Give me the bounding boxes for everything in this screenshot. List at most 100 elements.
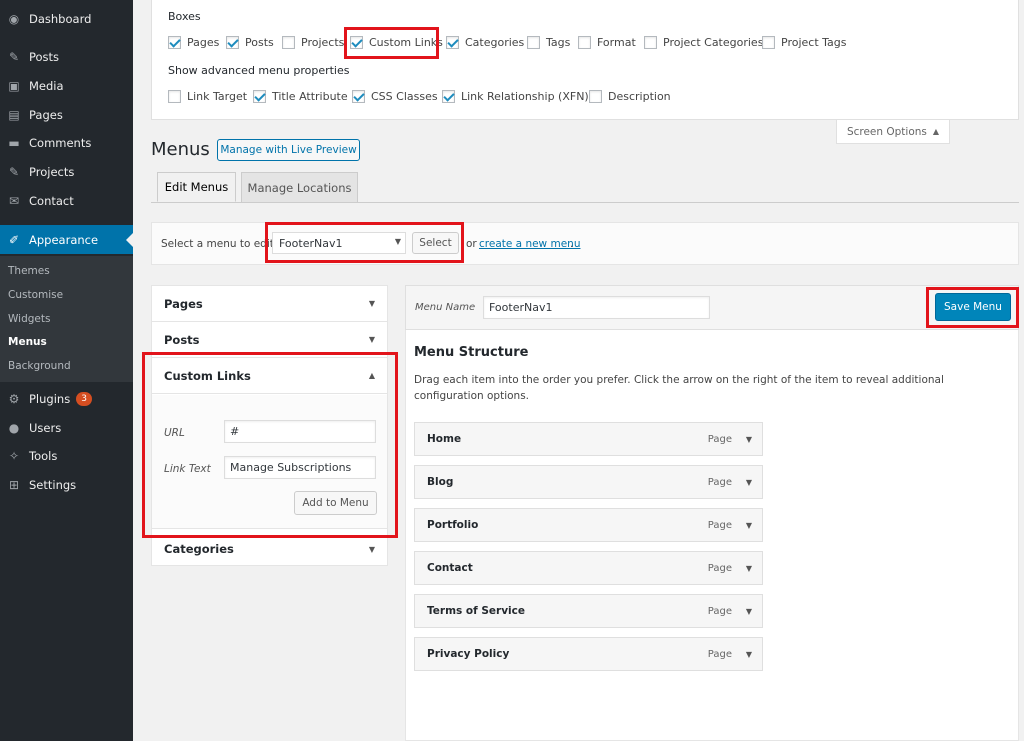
submenu-item-themes[interactable]: Themes [8, 265, 50, 277]
checkbox-box[interactable] [352, 90, 365, 103]
caret-down-icon[interactable]: ▼ [746, 564, 752, 573]
checkbox-posts[interactable]: Posts [226, 36, 274, 49]
sidebar-item-posts[interactable]: ✎ Posts [0, 43, 133, 71]
checkbox-box[interactable] [253, 90, 266, 103]
caret-down-icon[interactable]: ▼ [746, 521, 752, 530]
or-text: or [466, 238, 477, 250]
caret-down-icon[interactable]: ▼ [746, 435, 752, 444]
checkbox-box[interactable] [762, 36, 775, 49]
accordion-pages[interactable]: Pages ▼ [152, 286, 387, 322]
menu-item-type: Page [707, 562, 732, 574]
submenu-item-menus[interactable]: Menus [8, 336, 47, 348]
sidebar-item-dashboard[interactable]: ◉ Dashboard [0, 5, 133, 33]
menu-item-type: Page [707, 648, 732, 660]
accordion-title: Custom Links [164, 368, 251, 383]
checkbox-box[interactable] [578, 36, 591, 49]
menu-item[interactable]: Contact Page ▼ [414, 551, 763, 585]
link-text-input[interactable]: Manage Subscriptions [224, 456, 376, 479]
menu-item[interactable]: Privacy Policy Page ▼ [414, 637, 763, 671]
checkbox-link-target[interactable]: Link Target [168, 90, 247, 103]
tab-manage-locations[interactable]: Manage Locations [241, 172, 358, 202]
checkbox-categories[interactable]: Categories [446, 36, 524, 49]
checkbox-box[interactable] [442, 90, 455, 103]
checkbox-box[interactable] [282, 36, 295, 49]
checkbox-box[interactable] [168, 90, 181, 103]
caret-down-icon[interactable]: ▼ [746, 478, 752, 487]
create-new-menu-link[interactable]: create a new menu [479, 238, 580, 250]
checkbox-box[interactable] [226, 36, 239, 49]
menu-item[interactable]: Terms of Service Page ▼ [414, 594, 763, 628]
sidebar-item-comments[interactable]: ▬ Comments [0, 129, 133, 157]
select-button[interactable]: Select [412, 232, 459, 254]
checkbox-css-classes[interactable]: CSS Classes [352, 90, 438, 103]
sidebar-item-pages[interactable]: ▤ Pages [0, 101, 133, 129]
caret-down-icon: ▼ [368, 335, 375, 344]
checkbox-label: Link Target [187, 90, 248, 103]
sidebar-item-appearance[interactable]: ✐ Appearance [0, 225, 133, 254]
submenu-item-widgets[interactable]: Widgets [8, 313, 50, 325]
accordion-title: Categories [164, 542, 234, 556]
checkbox-box[interactable] [350, 36, 363, 49]
menu-name-input[interactable]: FooterNav1 [483, 296, 710, 319]
add-to-menu-button[interactable]: Add to Menu [294, 491, 377, 515]
checkbox-box[interactable] [589, 90, 602, 103]
menu-item[interactable]: Home Page ▼ [414, 422, 763, 456]
submenu-item-background[interactable]: Background [8, 360, 71, 372]
checkbox-box[interactable] [446, 36, 459, 49]
sidebar-item-users[interactable]: ● Users [0, 414, 133, 442]
accordion-custom-links[interactable]: Custom Links ▲ [152, 358, 387, 394]
menu-item[interactable]: Blog Page ▼ [414, 465, 763, 499]
page-title: Menus [151, 139, 210, 160]
sidebar-item-tools[interactable]: ✧ Tools [0, 442, 133, 470]
caret-down-icon[interactable]: ▼ [746, 650, 752, 659]
screen-options-toggle[interactable]: Screen Options ▲ [836, 120, 950, 144]
plugin-icon: ⚙ [8, 392, 20, 406]
menu-item-type: Page [707, 519, 732, 531]
sidebar-item-settings[interactable]: ⊞ Settings [0, 471, 133, 499]
sidebar-item-contact[interactable]: ✉ Contact [0, 187, 133, 215]
submenu-item-customise[interactable]: Customise [8, 289, 63, 301]
caret-down-icon: ▼ [368, 544, 375, 554]
checkbox-label: Categories [465, 36, 525, 49]
checkbox-label: Title Attribute [272, 90, 348, 103]
tab-edit-menus[interactable]: Edit Menus [157, 172, 236, 202]
link-text-label: Link Text [164, 463, 211, 475]
checkbox-label: Pages [187, 36, 220, 49]
checkbox-label: Projects [301, 36, 345, 49]
checkbox-tags[interactable]: Tags [527, 36, 570, 49]
checkbox-box[interactable] [527, 36, 540, 49]
sidebar-item-plugins[interactable]: ⚙ Plugins 3 [0, 385, 133, 413]
menu-item[interactable]: Portfolio Page ▼ [414, 508, 763, 542]
checkbox-description[interactable]: Description [589, 90, 671, 103]
checkbox-project-tags[interactable]: Project Tags [762, 36, 846, 49]
checkbox-box[interactable] [644, 36, 657, 49]
checkbox-title-attribute[interactable]: Title Attribute [253, 90, 348, 103]
sidebar-item-projects[interactable]: ✎ Projects [0, 158, 133, 186]
accordion-categories[interactable]: Categories ▼ [152, 531, 387, 567]
url-input[interactable]: # [224, 420, 376, 443]
checkbox-box[interactable] [168, 36, 181, 49]
checkbox-project-categories[interactable]: Project Categories [644, 36, 763, 49]
checkbox-link-relationship[interactable]: Link Relationship (XFN) [442, 90, 589, 103]
sidebar-item-media[interactable]: ▣ Media [0, 72, 133, 100]
sidebar-item-label: Appearance [29, 232, 99, 247]
checkbox-projects[interactable]: Projects [282, 36, 344, 49]
caret-down-icon[interactable]: ▼ [746, 607, 752, 616]
menu-item-title: Portfolio [427, 519, 479, 531]
accordion-posts[interactable]: Posts ▼ [152, 322, 387, 358]
menu-select-dropdown[interactable]: FooterNav1 ▼ [272, 232, 406, 254]
menu-item-title: Blog [427, 476, 454, 488]
save-menu-button[interactable]: Save Menu [935, 293, 1011, 321]
tab-divider [151, 202, 1019, 203]
boxes-label: Boxes [168, 10, 201, 23]
caret-up-icon: ▲ [368, 371, 375, 380]
checkbox-custom-links[interactable]: Custom Links [350, 36, 443, 49]
live-preview-button[interactable]: Manage with Live Preview [217, 139, 360, 161]
custom-links-body: URL # Link Text Manage Subscriptions Add… [152, 395, 387, 529]
checkbox-pages[interactable]: Pages [168, 36, 219, 49]
appearance-submenu: Themes Customise Widgets Menus Backgroun… [0, 256, 133, 382]
menu-name-label: Menu Name [415, 302, 476, 313]
brush-icon: ✐ [8, 232, 20, 247]
checkbox-format[interactable]: Format [578, 36, 636, 49]
checkbox-label: CSS Classes [371, 90, 438, 103]
